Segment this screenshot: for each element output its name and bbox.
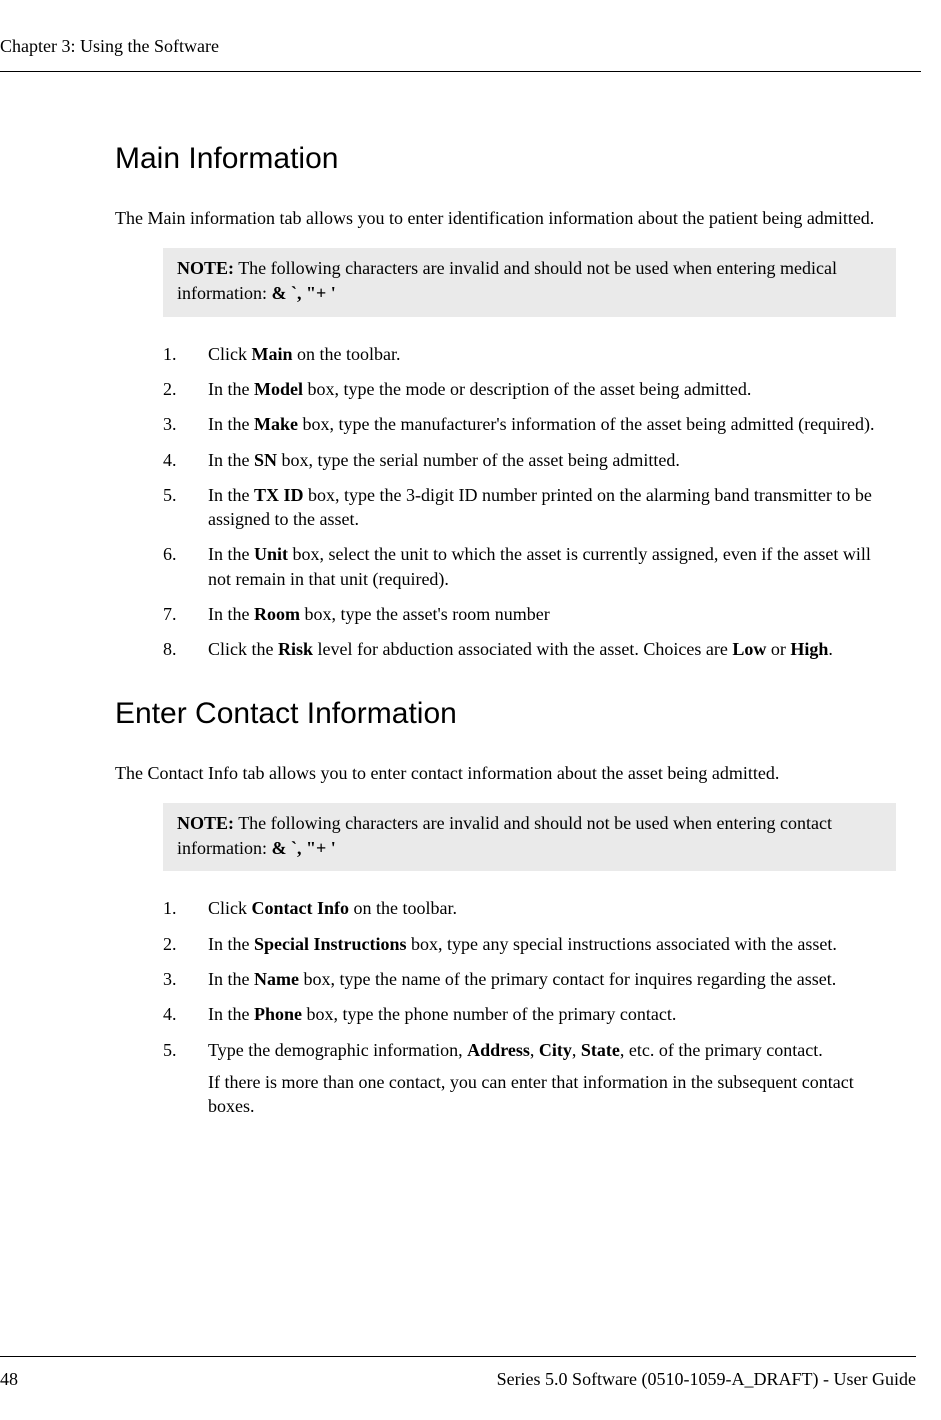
step-item: In the Unit box, select the unit to whic…	[163, 542, 896, 591]
step-text: box, type the name of the primary contac…	[299, 969, 836, 989]
step-text: level for abduction associated with the …	[313, 639, 732, 659]
step-text: ,	[530, 1040, 539, 1060]
step-bold: Special Instructions	[254, 934, 407, 954]
step-text: or	[766, 639, 790, 659]
steps-list: Click Contact Info on the toolbar. In th…	[163, 896, 896, 1118]
step-bold: Name	[254, 969, 299, 989]
step-item: Click Contact Info on the toolbar.	[163, 896, 896, 920]
step-text: Click the	[208, 639, 278, 659]
page-number: 48	[0, 1369, 18, 1390]
step-text: ,	[572, 1040, 581, 1060]
step-bold: Phone	[254, 1004, 302, 1024]
step-item: Click Main on the toolbar.	[163, 342, 896, 366]
step-text: box, select the unit to which the asset …	[208, 544, 871, 588]
intro-text: The Main information tab allows you to e…	[115, 206, 896, 230]
note-chars: & `, "+ '	[271, 283, 335, 303]
step-bold: Model	[254, 379, 303, 399]
step-bold: Main	[252, 344, 293, 364]
section-title-main-info: Main Information	[115, 142, 896, 176]
step-text: In the	[208, 969, 254, 989]
section-title-contact-info: Enter Contact Information	[115, 697, 896, 731]
step-item: In the SN box, type the serial number of…	[163, 448, 896, 472]
step-text: box, type the manufacturer's information…	[298, 414, 875, 434]
step-bold: High	[790, 639, 828, 659]
step-item: Click the Risk level for abduction assoc…	[163, 637, 896, 661]
intro-text: The Contact Info tab allows you to enter…	[115, 761, 896, 785]
step-sub-text: If there is more than one contact, you c…	[208, 1070, 896, 1119]
step-item: In the Phone box, type the phone number …	[163, 1002, 896, 1026]
step-bold: Room	[254, 604, 300, 624]
step-text: on the toolbar.	[293, 344, 401, 364]
step-bold: Risk	[278, 639, 313, 659]
step-bold: Low	[732, 639, 766, 659]
note-label: NOTE:	[177, 813, 234, 833]
step-bold: Address	[467, 1040, 530, 1060]
step-bold: TX ID	[254, 485, 304, 505]
step-bold: Make	[254, 414, 298, 434]
step-item: In the Special Instructions box, type an…	[163, 932, 896, 956]
step-text: In the	[208, 450, 254, 470]
step-text: box, type the phone number of the primar…	[302, 1004, 676, 1024]
step-text: on the toolbar.	[349, 898, 457, 918]
step-bold: City	[539, 1040, 572, 1060]
step-text: Click	[208, 898, 252, 918]
step-bold: Contact Info	[252, 898, 350, 918]
step-text: In the	[208, 379, 254, 399]
step-text: box, type the asset's room number	[300, 604, 550, 624]
step-text: In the	[208, 485, 254, 505]
step-item: In the TX ID box, type the 3-digit ID nu…	[163, 483, 896, 532]
step-item: In the Make box, type the manufacturer's…	[163, 412, 896, 436]
note-box: NOTE: The following characters are inval…	[163, 803, 896, 871]
step-text: In the	[208, 1004, 254, 1024]
step-text: In the	[208, 414, 254, 434]
chapter-title: Chapter 3: Using the Software	[0, 36, 219, 56]
step-item: In the Model box, type the mode or descr…	[163, 377, 896, 401]
step-text: In the	[208, 604, 254, 624]
note-chars: & `, "+ '	[271, 838, 335, 858]
step-bold: SN	[254, 450, 277, 470]
step-text: Click	[208, 344, 252, 364]
note-label: NOTE:	[177, 258, 234, 278]
step-text: box, type any special instructions assoc…	[407, 934, 837, 954]
step-item: In the Name box, type the name of the pr…	[163, 967, 896, 991]
step-text: box, type the serial number of the asset…	[277, 450, 680, 470]
step-text: In the	[208, 934, 254, 954]
step-text: , etc. of the primary contact.	[620, 1040, 823, 1060]
step-text: box, type the 3-digit ID number printed …	[208, 485, 872, 529]
step-text: box, type the mode or description of the…	[303, 379, 751, 399]
page-header: Chapter 3: Using the Software	[0, 36, 921, 72]
step-bold: Unit	[254, 544, 288, 564]
page-footer: 48 Series 5.0 Software (0510-1059-A_DRAF…	[0, 1356, 916, 1390]
step-text: .	[828, 639, 833, 659]
step-text: In the	[208, 544, 254, 564]
footer-doc-title: Series 5.0 Software (0510-1059-A_DRAFT) …	[497, 1369, 916, 1390]
step-item: In the Room box, type the asset's room n…	[163, 602, 896, 626]
step-bold: State	[581, 1040, 620, 1060]
steps-list: Click Main on the toolbar. In the Model …	[163, 342, 896, 662]
step-item: Type the demographic information, Addres…	[163, 1038, 896, 1119]
page-content: Main Information The Main information ta…	[0, 142, 921, 1118]
note-box: NOTE: The following characters are inval…	[163, 248, 896, 316]
step-text: Type the demographic information,	[208, 1040, 467, 1060]
